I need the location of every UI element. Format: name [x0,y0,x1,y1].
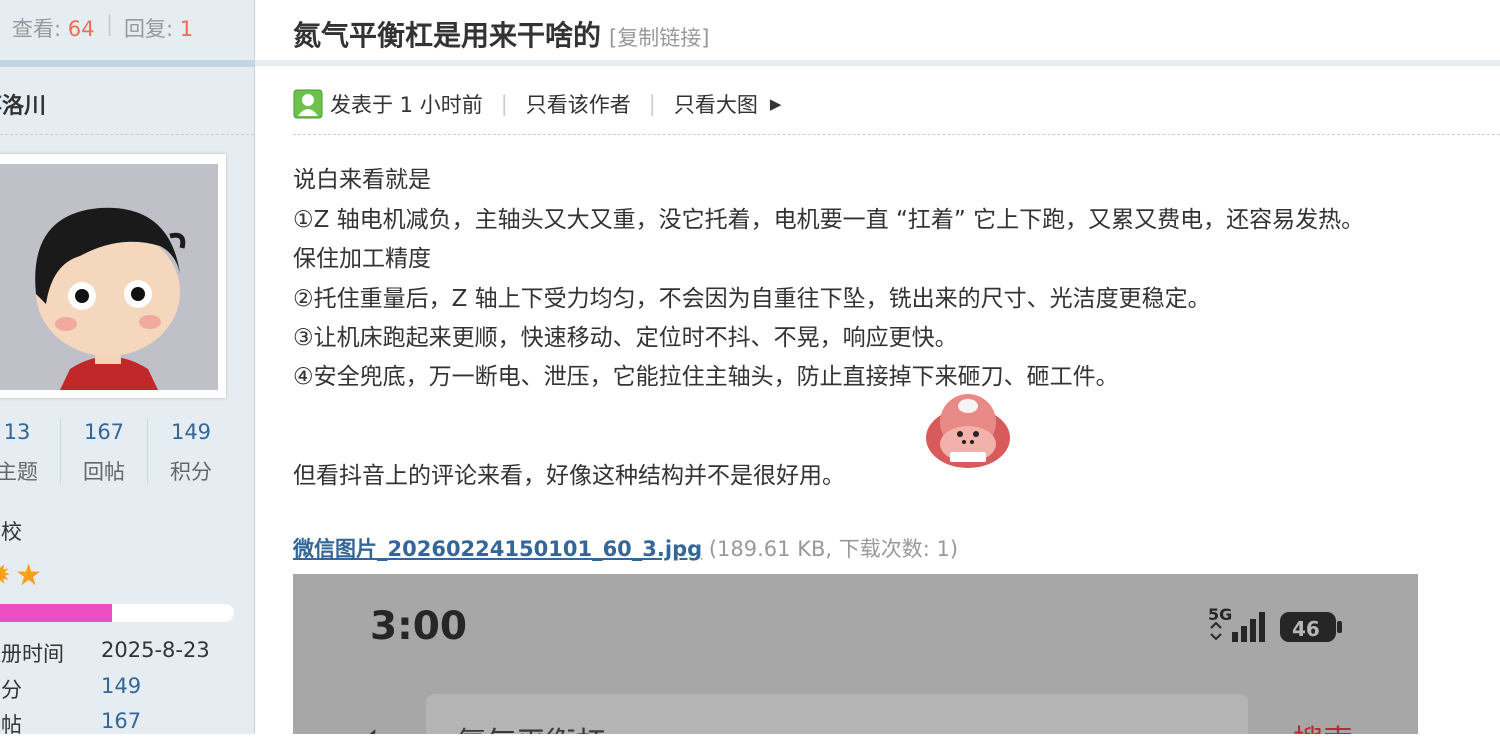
big-image-link[interactable]: 只看大图 [674,89,758,119]
post-text-line: 但看抖音上的评论来看，好像这种结构并不是很好用。 [293,463,845,489]
avatar-image [0,164,218,390]
attachment-row: 微信图片_20260224150101_60_3.jpg (189.61 KB,… [293,533,958,563]
only-author-link[interactable]: 只看该作者 [526,89,631,119]
info-points-label: 积分 [0,678,22,702]
phone-clock: 3:00 [370,604,468,649]
sun-icon: ✹ [0,558,15,593]
phone-search-text: 氮气平衡杠 [456,718,606,734]
post-meta: 发表于 1 小时前 | 只看该作者 | 只看大图 ▶ [293,88,781,120]
rank-stars: ✹★ [0,558,46,593]
stat-posts-label: 回帖 [83,460,125,484]
phone-search-box: 氮气平衡杠 [426,694,1248,734]
post-text-line: 说白来看就是 [293,167,431,193]
attachment-link[interactable]: 微信图片_20260224150101_60_3.jpg [293,537,702,561]
info-posts-label: 回帖 [0,713,22,737]
meta-separator: | [648,92,656,116]
stat-points-label: 积分 [170,460,212,484]
user-rank[interactable]: 中校 [0,516,22,546]
triangle-right-icon[interactable]: ▶ [770,95,782,113]
info-reg-date-value: 2025-8-23 [101,638,210,662]
network-type-label: 5G [1208,605,1232,624]
stat-points-value: 149 [170,420,212,444]
user-online-icon [293,89,323,119]
stat-threads-value: 13 [3,420,31,444]
post-text-line: ③让机床跑起来更顺，快速移动、定位时不抖、不晃，响应更快。 [293,325,958,351]
info-points-value[interactable]: 149 [101,674,141,698]
post-text-line: ②托住重量后，Z 轴上下受力均匀，不会因为自重往下坠，铣出来的尺寸、光洁度更稳定… [293,286,1211,312]
sidebar-divider-strip [0,60,254,67]
back-arrow-icon: ‹ [363,714,379,734]
stat-points[interactable]: 149 积分 [148,420,234,486]
stat-posts-value: 167 [83,420,125,444]
thread-stats: 查看: 64 | 回复: 1 [0,0,254,60]
rank-progress-fill [0,604,112,622]
rank-progress-bar [0,604,234,622]
replies-label: 回复: [124,17,174,41]
stats-separator: | [106,12,114,36]
post-text-line: ①Z 轴电机减负，主轴头又大又重，没它托着，电机要一直 “扛着” 它上下跑，又累… [293,207,1365,233]
avatar[interactable] [0,154,226,398]
post-timestamp: 发表于 1 小时前 [330,93,483,117]
replies-stat: 回复: 1 [124,13,193,43]
info-reg-date-label: 注册时间 [0,642,64,666]
meta-separator: | [500,92,508,116]
attachment-info: (189.61 KB, 下载次数: 1) [708,537,959,561]
page-title: 氮气平衡杠是用来干啥的 [复制链接] [293,14,709,54]
phone-status-icons: 5G 46 [1208,605,1342,642]
stat-posts[interactable]: 167 回帖 [61,420,147,486]
post-text-line: 保住加工精度 [293,246,431,272]
stat-threads[interactable]: 13 主题 [0,420,60,486]
replies-count: 1 [179,17,194,41]
copy-link-button[interactable]: [复制链接] [609,26,709,50]
author-name-link[interactable]: 笲洛川 [0,88,46,120]
sweating-pig-emoji-icon [926,394,1010,468]
phone-search-button: 搜索 [1293,716,1353,734]
star-icon: ★ [15,558,47,593]
views-label: 查看: [12,17,62,41]
author-sidebar: 查看: 64 | 回复: 1 笲洛川 13 主题 [0,0,255,737]
stat-threads-label: 主题 [0,460,38,484]
post-divider [293,134,1500,135]
post-text-line: ④安全兜底，万一断电、泄压，它能拉住主轴头，防止直接掉下来砸刀、砸工件。 [293,364,1119,390]
name-divider [0,134,254,135]
info-posts-value[interactable]: 167 [101,709,141,733]
views-stat: 查看: 64 [12,13,95,43]
attached-image[interactable]: 3:00 5G 46 ‹ 氮气平衡杠 搜索 [293,574,1418,734]
views-count: 64 [67,17,95,41]
header-strip [255,60,1500,66]
battery-level: 46 [1292,617,1320,641]
thread-title-text: 氮气平衡杠是用来干啥的 [293,19,602,52]
